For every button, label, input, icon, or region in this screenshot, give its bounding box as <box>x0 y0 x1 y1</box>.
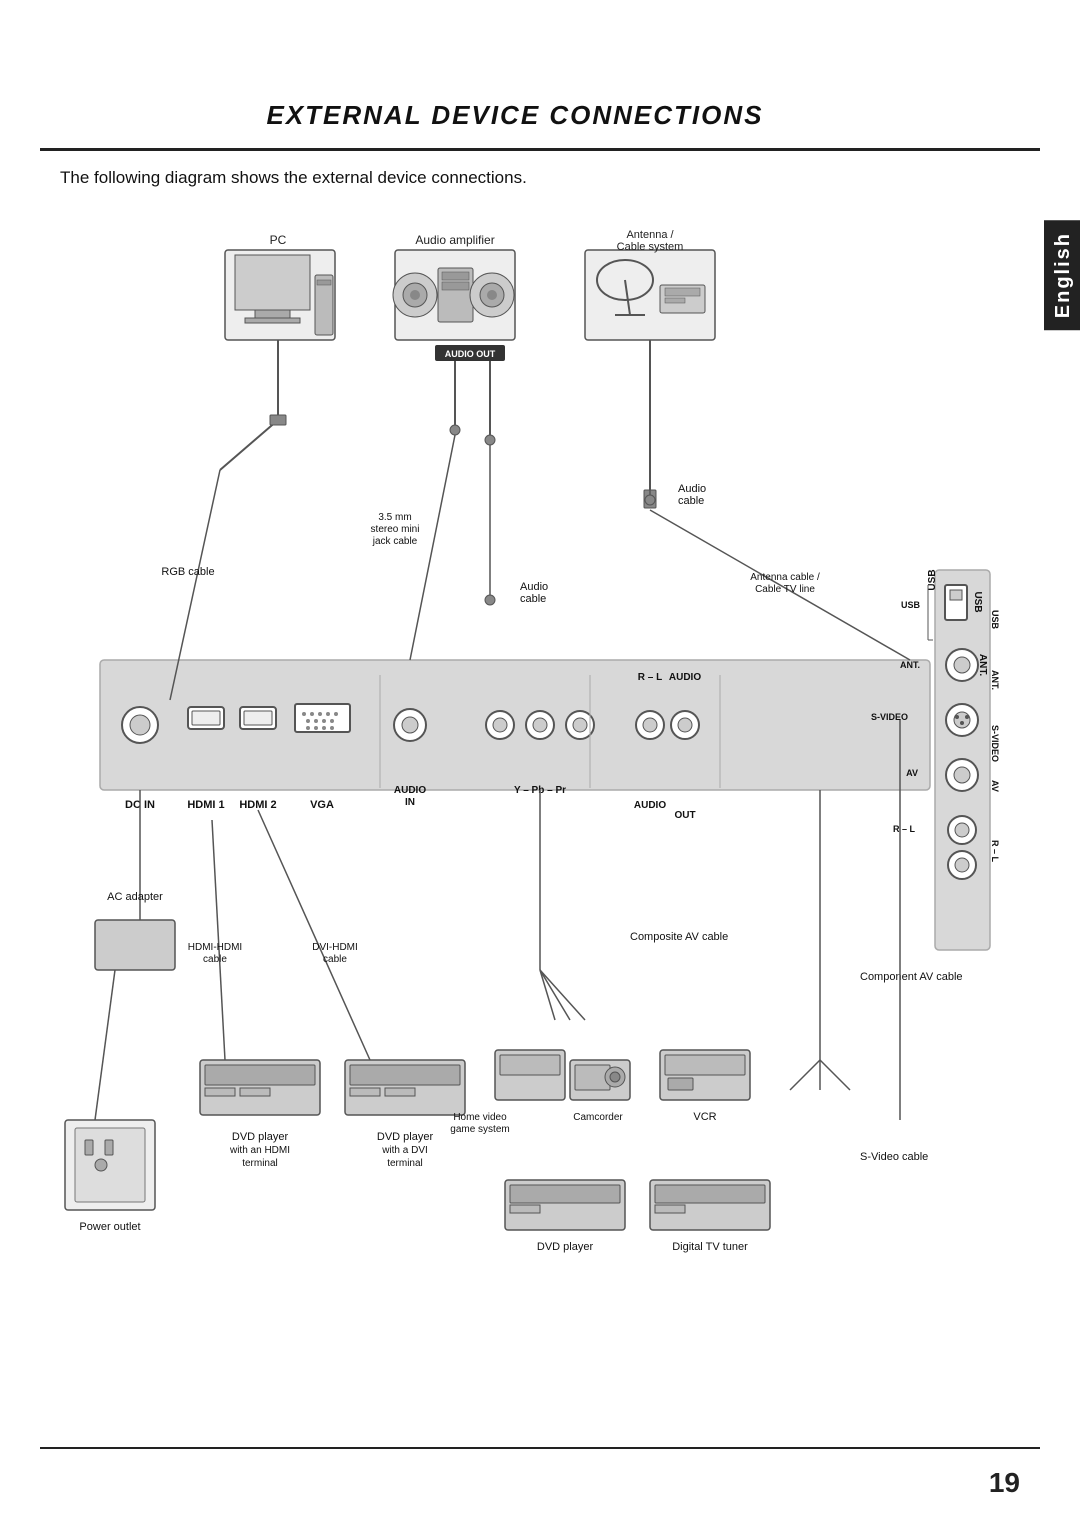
svg-text:game system: game system <box>450 1124 509 1135</box>
svg-text:DVD player: DVD player <box>232 1131 289 1143</box>
svg-text:Audio amplifier: Audio amplifier <box>415 233 494 247</box>
svg-text:S-VIDEO: S-VIDEO <box>871 712 908 722</box>
svg-text:Digital TV tuner: Digital TV tuner <box>672 1241 748 1253</box>
page-number: 19 <box>989 1467 1020 1499</box>
svg-text:R – L: R – L <box>990 840 1000 863</box>
svg-text:Cable system: Cable system <box>617 241 684 253</box>
svg-text:PC: PC <box>270 233 287 247</box>
svg-text:AUDIO: AUDIO <box>394 785 426 796</box>
top-rule <box>40 148 1040 151</box>
svg-text:Cable TV line: Cable TV line <box>755 584 815 595</box>
svg-text:cable: cable <box>323 954 347 965</box>
svg-text:VGA: VGA <box>310 799 334 811</box>
svg-text:AC adapter: AC adapter <box>107 891 163 903</box>
svg-text:Audio: Audio <box>678 483 706 495</box>
svg-text:ANT.: ANT. <box>990 670 1000 690</box>
svg-text:AUDIO: AUDIO <box>669 672 701 683</box>
svg-text:RGB cable: RGB cable <box>161 566 214 578</box>
svg-text:DVD player: DVD player <box>537 1241 594 1253</box>
svg-text:OUT: OUT <box>674 810 695 821</box>
connection-diagram: PC Audio amplifier Antenna / Cable syste… <box>40 220 1030 1450</box>
svg-text:Home video: Home video <box>453 1112 507 1123</box>
bottom-rule <box>40 1447 1040 1449</box>
svg-text:with an HDMI: with an HDMI <box>229 1145 290 1156</box>
svg-text:R – L: R – L <box>638 672 662 683</box>
svg-text:terminal: terminal <box>242 1158 278 1169</box>
svg-text:S-Video cable: S-Video cable <box>860 1151 928 1163</box>
svg-text:S-VIDEO: S-VIDEO <box>990 725 1000 762</box>
svg-text:cable: cable <box>203 954 227 965</box>
svg-text:VCR: VCR <box>693 1111 716 1123</box>
svg-text:AV: AV <box>906 768 918 778</box>
svg-text:IN: IN <box>405 797 415 808</box>
subtitle-text: The following diagram shows the external… <box>60 168 527 188</box>
svg-text:ANT.: ANT. <box>900 660 920 670</box>
svg-text:Power outlet: Power outlet <box>79 1221 140 1233</box>
svg-text:Antenna /: Antenna / <box>626 229 674 241</box>
svg-text:Audio: Audio <box>520 581 548 593</box>
svg-text:terminal: terminal <box>387 1158 423 1169</box>
svg-text:HDMI-HDMI: HDMI-HDMI <box>188 942 242 953</box>
svg-text:HDMI 1: HDMI 1 <box>187 799 224 811</box>
svg-text:USB: USB <box>927 569 938 590</box>
svg-text:USB: USB <box>972 591 983 612</box>
svg-text:AV: AV <box>990 780 1000 792</box>
svg-text:Antenna cable /: Antenna cable / <box>750 572 820 583</box>
svg-text:Camcorder: Camcorder <box>573 1112 623 1123</box>
svg-text:HDMI 2: HDMI 2 <box>239 799 276 811</box>
svg-text:USB: USB <box>901 600 921 610</box>
page-title: EXTERNAL DEVICE CONNECTIONS <box>0 100 1030 131</box>
svg-text:DVI-HDMI: DVI-HDMI <box>312 942 358 953</box>
svg-text:DVD player: DVD player <box>377 1131 434 1143</box>
svg-text:cable: cable <box>520 593 546 605</box>
svg-text:Composite AV cable: Composite AV cable <box>630 931 728 943</box>
english-tab: English <box>1044 220 1080 330</box>
svg-text:3.5 mm: 3.5 mm <box>378 512 411 523</box>
svg-text:with a DVI: with a DVI <box>381 1145 428 1156</box>
svg-text:cable: cable <box>678 495 704 507</box>
svg-text:jack cable: jack cable <box>372 536 418 547</box>
svg-text:Component AV cable: Component AV cable <box>860 971 963 983</box>
svg-text:USB: USB <box>990 610 1000 630</box>
svg-text:AUDIO: AUDIO <box>634 800 666 811</box>
svg-text:AUDIO OUT: AUDIO OUT <box>445 349 496 359</box>
svg-text:stereo mini: stereo mini <box>371 524 420 535</box>
svg-text:R – L: R – L <box>893 824 916 834</box>
svg-text:ANT.: ANT. <box>977 654 988 676</box>
